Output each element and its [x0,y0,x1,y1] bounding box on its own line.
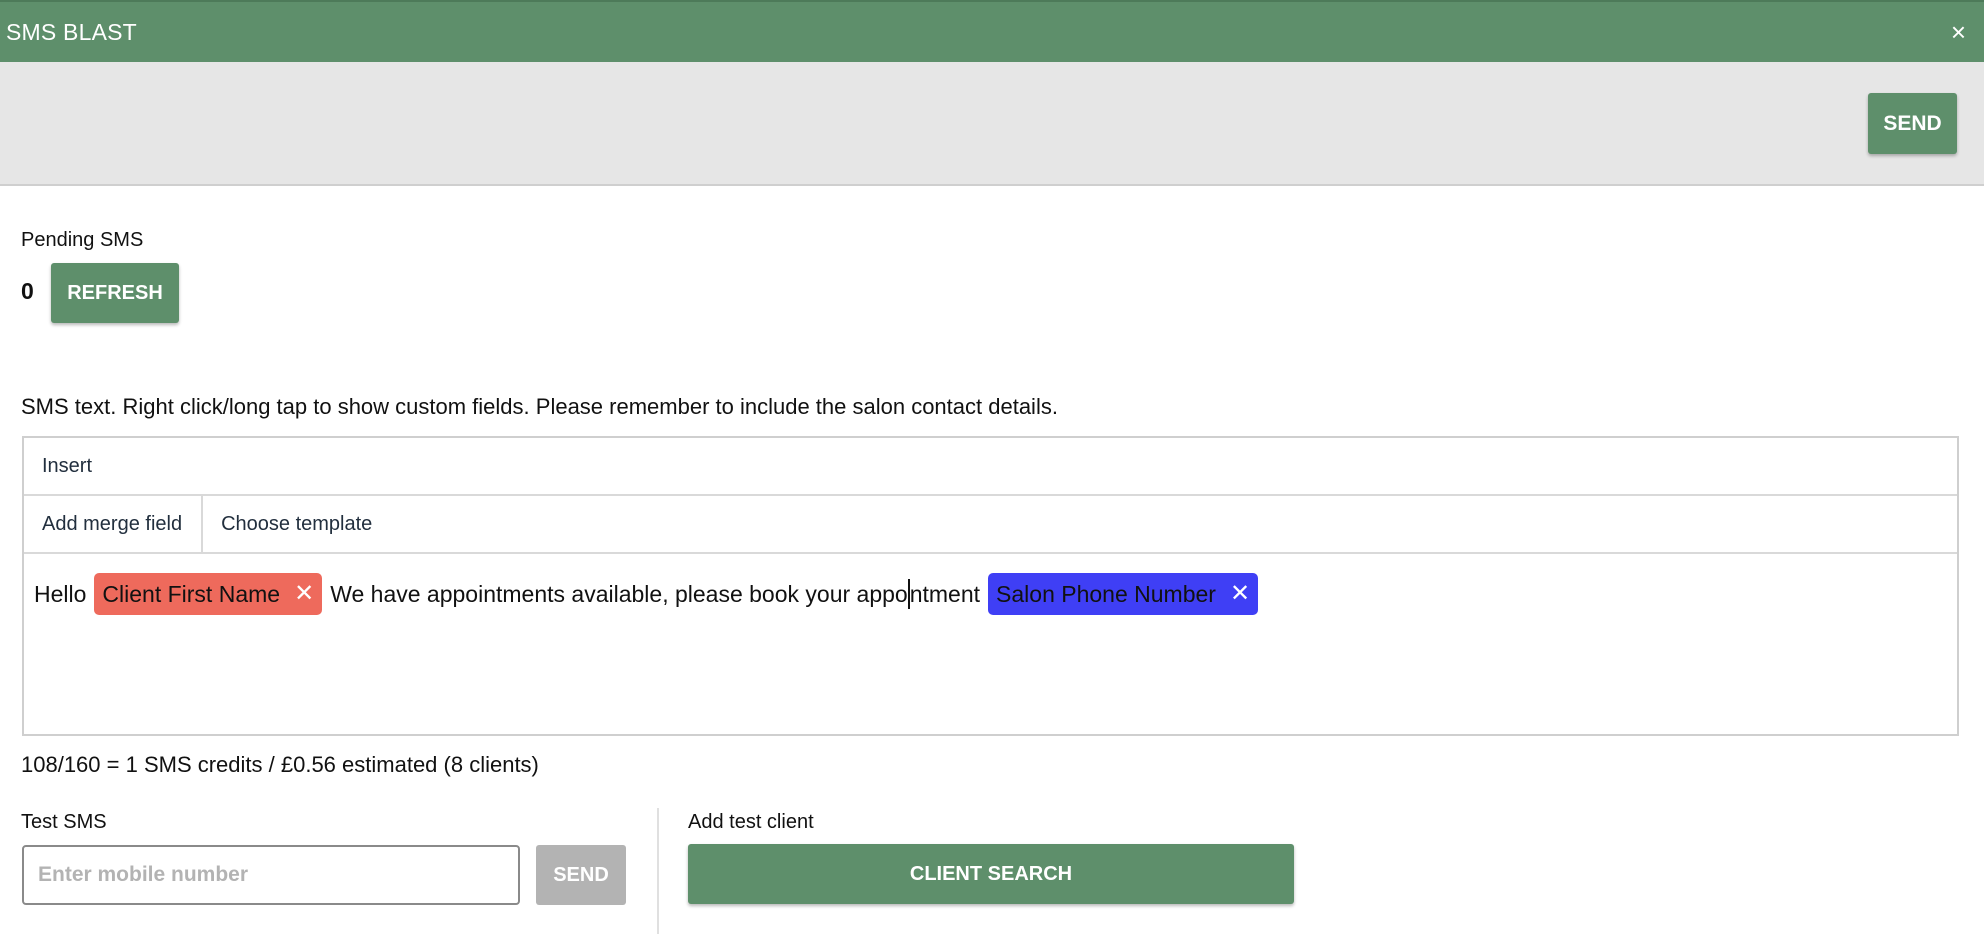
refresh-button[interactable]: REFRESH [51,263,179,323]
client-search-button[interactable]: CLIENT SEARCH [688,844,1294,904]
action-toolbar: SEND [0,62,1984,186]
chip-label: Client First Name [102,581,281,607]
send-test-sms-button[interactable]: SEND [536,845,626,905]
sms-text-editor[interactable]: Insert Add merge field Choose template H… [22,436,1959,736]
merge-field-chip-salon-phone: Salon Phone Number ✕ [988,572,1259,616]
choose-template-button[interactable]: Choose template [203,496,391,552]
editor-menubar: Insert [24,438,1957,496]
add-test-client-label: Add test client [688,811,814,833]
add-merge-field-button[interactable]: Add merge field [24,496,204,552]
send-sms-blast-button[interactable]: SEND [1868,93,1957,154]
text-hello: Hello [34,581,87,607]
text-body-start: We have appointments available, please b… [330,581,908,607]
close-icon[interactable]: × [1951,19,1966,45]
dialog-title: SMS BLAST [6,18,137,45]
pending-sms-label: Pending SMS [21,229,144,251]
editor-toolbar: Add merge field Choose template [24,496,1957,554]
test-sms-label: Test SMS [21,811,107,833]
editor-content[interactable]: Hello Client First Name ✕ We have appoin… [24,554,1957,634]
mobile-number-input[interactable] [22,845,520,905]
sms-instructions: SMS text. Right click/long tap to show c… [21,394,1058,419]
merge-field-chip-client-first-name: Client First Name ✕ [94,572,323,616]
section-divider [657,808,659,934]
remove-chip-icon[interactable]: ✕ [1230,572,1250,616]
chip-label: Salon Phone Number [996,581,1216,607]
sms-credits-estimate: 108/160 = 1 SMS credits / £0.56 estimate… [21,752,539,777]
pending-sms-count: 0 [21,278,34,304]
remove-chip-icon[interactable]: ✕ [294,572,314,616]
dialog-titlebar: SMS BLAST × [0,0,1984,62]
text-body-end: ntment [909,581,981,607]
menu-insert[interactable]: Insert [42,455,92,478]
